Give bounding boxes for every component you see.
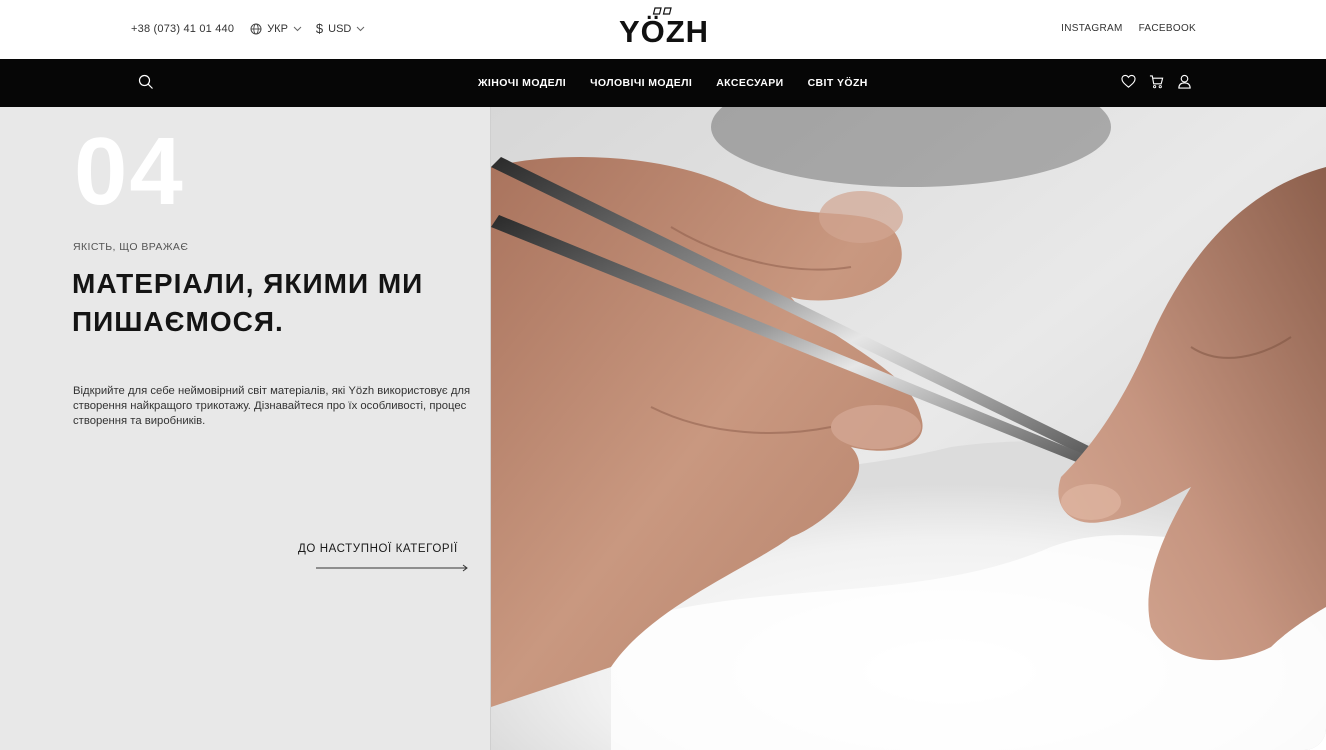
logo-text: YÖZH (618, 14, 710, 49)
currency-symbol: $ (315, 21, 324, 36)
nav-item-accessories[interactable]: АКСЕСУАРИ (716, 77, 783, 89)
chevron-down-icon (357, 26, 365, 31)
hero-photo-illustration (491, 107, 1326, 750)
nav-item-world[interactable]: СВІТ YÖZH (808, 77, 868, 89)
top-bar: +38 (073) 41 01 440 УКР $ USD YÖZH INSTA… (0, 0, 1326, 59)
globe-icon (250, 23, 262, 34)
facebook-link[interactable]: FACEBOOK (1139, 23, 1196, 34)
nav-item-men[interactable]: ЧОЛОВІЧІ МОДЕЛІ (590, 77, 692, 89)
chevron-down-icon (293, 26, 302, 31)
language-selector[interactable]: УКР (250, 23, 302, 35)
heart-icon[interactable] (1121, 74, 1136, 94)
content-panel: 04 ЯКІСТЬ, ЩО ВРАЖАЄ МАТЕРІАЛИ, ЯКИМИ МИ… (0, 107, 491, 750)
top-bar-left: +38 (073) 41 01 440 УКР $ USD (131, 0, 379, 57)
next-category-link[interactable]: ДО НАСТУПНОЇ КАТЕГОРІЇ (298, 543, 458, 555)
site-logo[interactable]: YÖZH (611, 6, 717, 49)
section-number: 04 (74, 118, 185, 225)
nav-item-women[interactable]: ЖІНОЧІ МОДЕЛІ (478, 77, 566, 89)
section-description: Відкрийте для себе неймовірний світ мате… (73, 385, 471, 427)
search-icon[interactable] (138, 74, 154, 90)
section-title: МАТЕРІАЛИ, ЯКИМИ МИ ПИШАЄМОСЯ. (72, 268, 424, 337)
hero-photo (491, 107, 1326, 750)
nav-icons (1121, 74, 1205, 94)
instagram-link[interactable]: INSTAGRAM (1061, 23, 1122, 34)
main-nav: ЖІНОЧІ МОДЕЛІ ЧОЛОВІЧІ МОДЕЛІ АКСЕСУАРИ … (0, 59, 1326, 107)
social-links: INSTAGRAM FACEBOOK (1045, 0, 1196, 57)
currency-selector[interactable]: $ USD (316, 21, 365, 36)
cart-icon[interactable] (1149, 74, 1164, 94)
currency-label: USD (328, 22, 352, 35)
arrow-right-icon[interactable] (316, 564, 469, 572)
section-eyebrow: ЯКІСТЬ, ЩО ВРАЖАЄ (73, 241, 189, 253)
user-icon[interactable] (1177, 74, 1192, 94)
nav-links: ЖІНОЧІ МОДЕЛІ ЧОЛОВІЧІ МОДЕЛІ АКСЕСУАРИ … (478, 59, 892, 107)
phone-link[interactable]: +38 (073) 41 01 440 (131, 23, 234, 35)
language-label: УКР (267, 22, 288, 35)
